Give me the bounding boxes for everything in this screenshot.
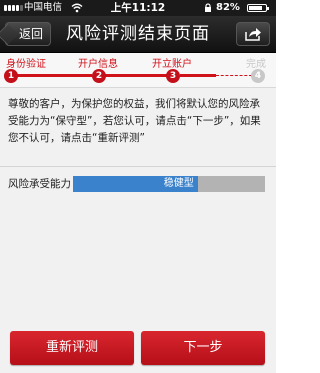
step-line-3 — [180, 74, 216, 77]
back-button-label: 返回 — [18, 27, 43, 41]
step-circle-4: 4 — [251, 69, 265, 83]
back-button[interactable]: 返回 — [5, 22, 51, 46]
share-button[interactable] — [236, 22, 270, 46]
battery-percentage: 82% — [216, 2, 240, 13]
step-label-2: 开户信息 — [78, 59, 118, 70]
step-line-4 — [216, 75, 252, 76]
next-step-button[interactable]: 下一步 — [141, 331, 265, 365]
step-label-4: 完成 — [246, 59, 266, 70]
notice-message: 尊敬的客户，为保护您的权益，我们将默认您的风险承受能力为“保守型”，若您认可，请… — [8, 98, 261, 144]
rotation-lock-icon — [205, 3, 211, 12]
step-circle-1: 1 — [4, 69, 18, 83]
step-line-2 — [104, 74, 170, 77]
status-bar: 中国电信 上午11:12 82% — [0, 0, 276, 16]
nav-bar: 返回 风险评测结束页面 — [0, 16, 276, 53]
step-circle-3: 3 — [166, 69, 180, 83]
risk-tolerance-label: 风险承受能力 — [8, 178, 71, 190]
divider — [0, 166, 276, 167]
retest-button[interactable]: 重新评测 — [10, 331, 134, 365]
share-icon — [245, 28, 261, 41]
step-label-3: 开立账户 — [152, 59, 192, 70]
step-label-1: 身份验证 — [6, 59, 46, 70]
main-content: 尊敬的客户，为保护您的权益，我们将默认您的风险承受能力为“保守型”，若您认可，请… — [0, 88, 276, 373]
step-circle-2: 2 — [92, 69, 106, 83]
risk-tolerance-value: 稳健型 — [163, 178, 194, 189]
battery-icon — [247, 4, 269, 12]
step-line-1 — [8, 74, 92, 77]
progress-steps: 身份验证 开户信息 开立账户 完成 1 2 3 4 — [0, 53, 276, 88]
page-title: 风险评测结束页面 — [66, 24, 210, 44]
risk-tolerance-bar: 稳健型 — [73, 176, 265, 192]
